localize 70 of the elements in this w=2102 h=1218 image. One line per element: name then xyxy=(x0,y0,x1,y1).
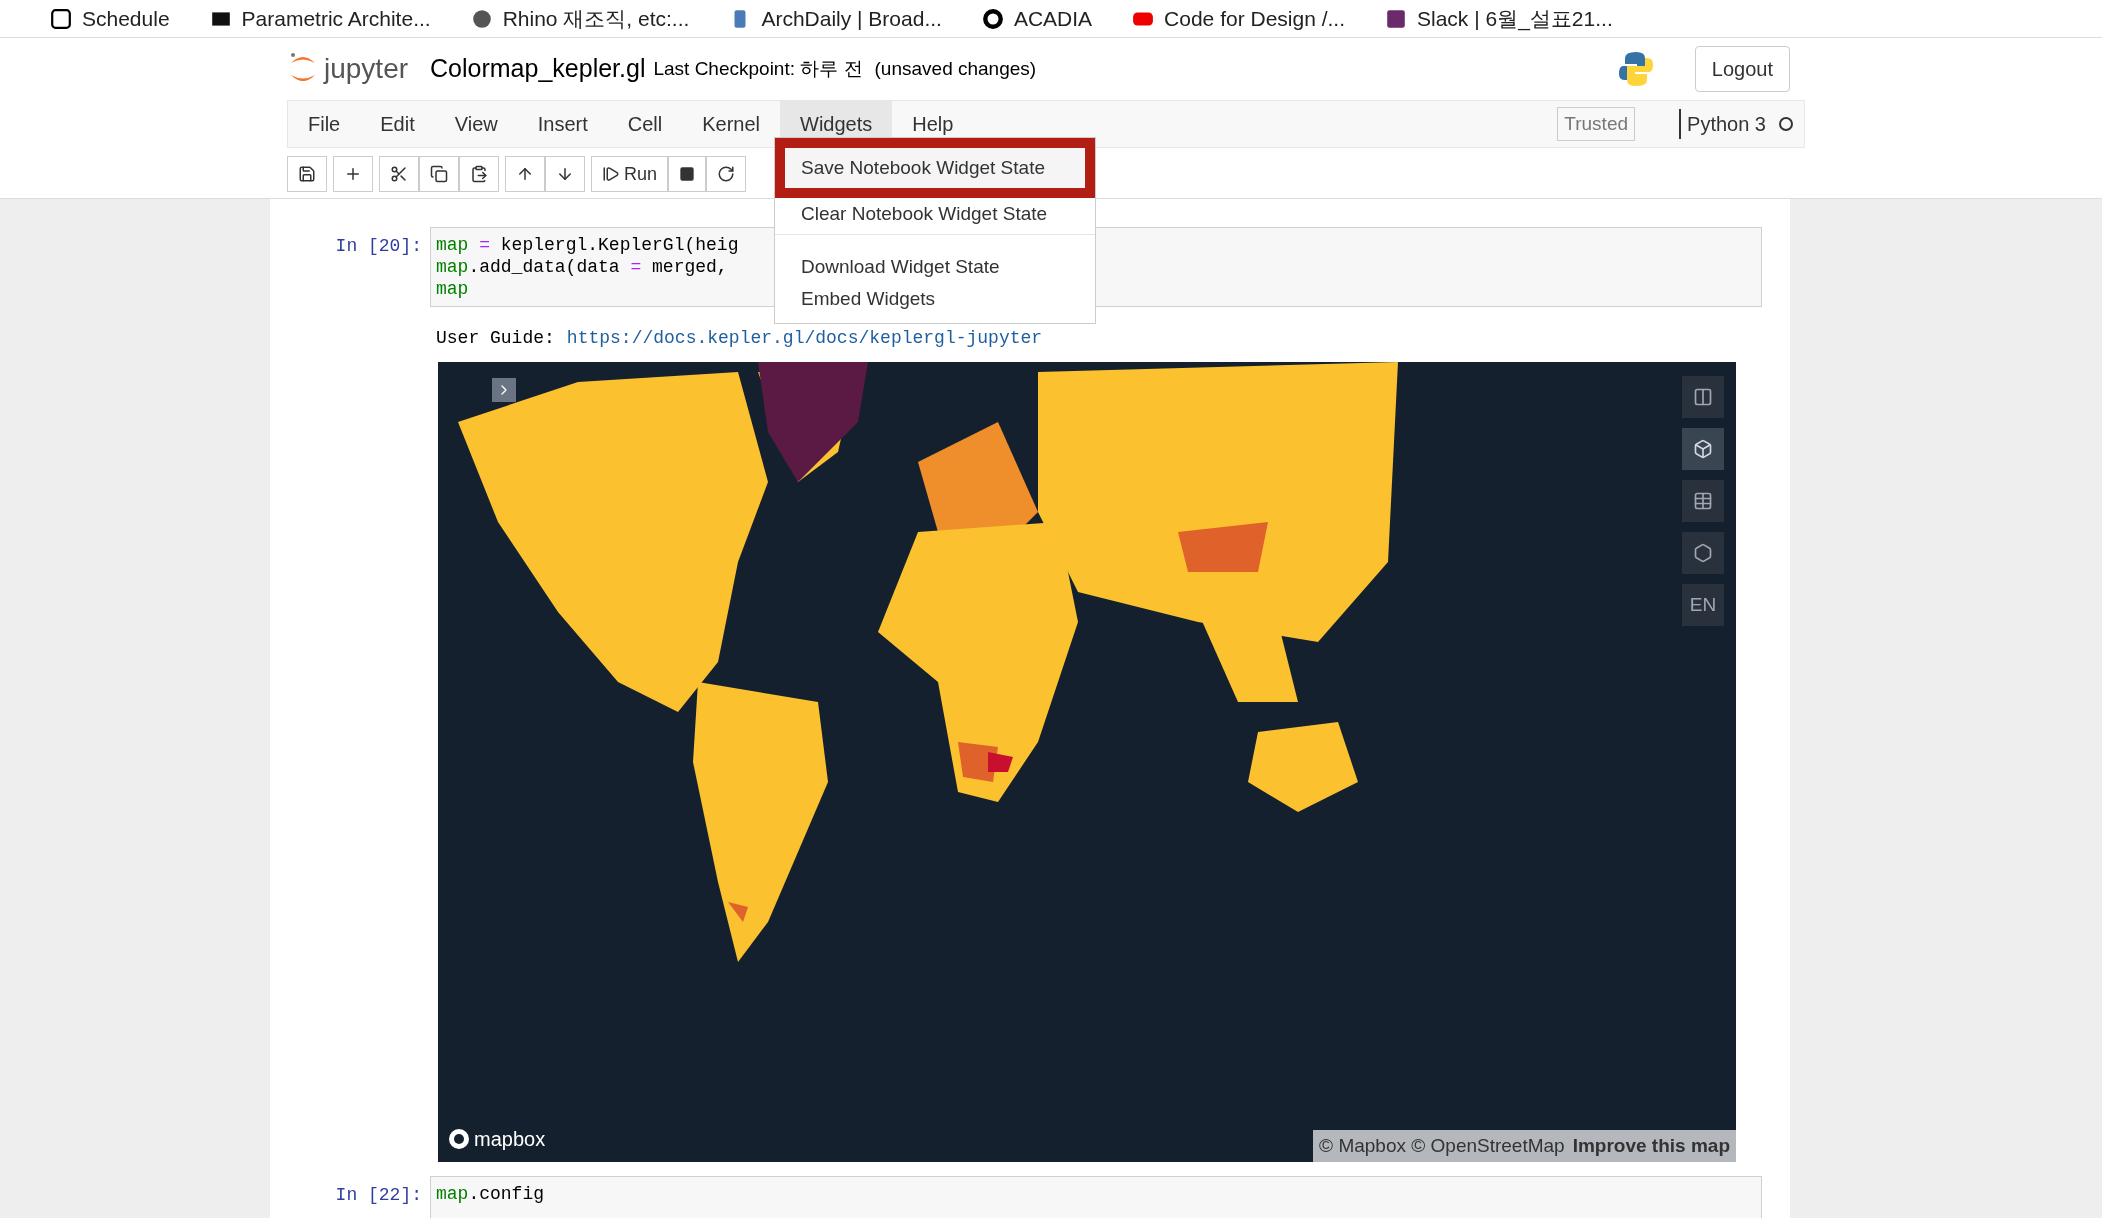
cut-button[interactable] xyxy=(379,156,419,192)
bookmark-link[interactable]: ACADIA xyxy=(1013,2,1093,35)
bookmark-link[interactable]: Schedule xyxy=(82,2,170,35)
save-icon xyxy=(298,165,316,183)
code-line: map.config xyxy=(436,1183,545,1205)
bookmark-link[interactable]: Parametric Archite... xyxy=(241,2,431,35)
dropdown-item[interactable]: Clear Notebook Widget State xyxy=(775,198,1095,230)
menu-item[interactable]: Insert xyxy=(517,101,608,147)
bookmark-icon xyxy=(1385,7,1407,30)
bookmark-link[interactable]: ArchDaily | Broad... xyxy=(761,2,942,35)
bookmark-link[interactable]: Code for Design /... xyxy=(1164,2,1345,35)
bookmark-icon xyxy=(470,7,493,30)
run-icon xyxy=(602,165,620,183)
split-icon xyxy=(1693,387,1713,407)
bookmark-link[interactable]: Slack | 6월_설표21... xyxy=(1417,2,1613,35)
table-icon xyxy=(1693,491,1713,511)
split-map-button[interactable] xyxy=(1682,376,1724,418)
insert-cell-button[interactable] xyxy=(333,156,373,192)
docs-link[interactable]: https://docs.kepler.gl/docs/keplergl-jupyter xyxy=(566,325,1043,352)
mapbox-logo: mapbox xyxy=(474,1127,546,1152)
language-button[interactable]: EN xyxy=(1682,584,1724,626)
code-input[interactable]: map.config xyxy=(430,1176,1762,1218)
bookmark-icon xyxy=(981,7,1004,30)
jupyter-logo[interactable]: jupyter xyxy=(324,48,409,90)
3d-view-button[interactable] xyxy=(1682,428,1724,470)
save-button[interactable] xyxy=(287,156,327,192)
improve-map-link[interactable]: Improve this map xyxy=(1572,1131,1730,1160)
kernel-idle-icon xyxy=(1778,116,1794,132)
paste-icon xyxy=(470,165,488,183)
map-attribution: © Mapbox © OpenStreetMap xyxy=(1319,1133,1565,1158)
cell-prompt: In [22]: xyxy=(334,1184,423,1207)
copy-button[interactable] xyxy=(419,156,459,192)
cube-icon xyxy=(1693,439,1713,459)
code-line: map xyxy=(436,278,469,300)
stop-button[interactable] xyxy=(668,156,707,192)
move-up-button[interactable] xyxy=(505,156,545,192)
menu-item[interactable]: View xyxy=(434,101,518,147)
menu-item[interactable]: File xyxy=(288,101,361,147)
code-line: map = keplergl.KeplerGl(heig xyxy=(436,234,739,256)
dropdown-item[interactable]: Save Notebook Widget State xyxy=(775,138,1095,198)
save-status: (unsaved changes) xyxy=(874,56,1037,81)
menu-item[interactable]: Cell xyxy=(607,101,683,147)
scissors-icon xyxy=(390,165,408,183)
logout-button[interactable]: Logout xyxy=(1694,46,1790,92)
arrow-down-icon xyxy=(556,165,574,183)
move-down-button[interactable] xyxy=(545,156,585,192)
bookmark-icon xyxy=(50,7,72,30)
mapbox-logo-icon xyxy=(448,1128,470,1150)
legend-button[interactable] xyxy=(1682,480,1724,522)
draw-button[interactable] xyxy=(1682,532,1724,574)
copy-icon xyxy=(430,165,448,183)
code-line: map.add_data(data = merged, xyxy=(436,256,728,278)
menu-item[interactable]: Edit xyxy=(360,101,435,147)
trusted-indicator: Trusted xyxy=(1557,106,1636,142)
run-button[interactable]: Run xyxy=(591,156,669,192)
map-view[interactable]: EN mapbox © Mapbox © OpenStreetMap Improve this map xyxy=(438,362,1736,1162)
paste-button[interactable] xyxy=(459,156,499,192)
checkpoint-status: Last Checkpoint: 하루 전 xyxy=(653,56,863,81)
restart-icon xyxy=(717,165,736,183)
bookmark-link[interactable]: Rhino 재조직, etc:... xyxy=(502,2,690,35)
plus-icon xyxy=(344,165,362,183)
stop-icon xyxy=(679,166,696,182)
kernel-name: Python 3 xyxy=(1679,109,1766,139)
polygon-icon xyxy=(1693,543,1713,563)
restart-button[interactable] xyxy=(706,156,747,192)
python-logo-icon xyxy=(1616,50,1655,88)
cell-prompt: In [20]: xyxy=(334,235,423,258)
notebook-title[interactable]: Colormap_kepler.gl xyxy=(430,50,646,88)
dropdown-item[interactable]: Download Widget State xyxy=(775,251,1095,283)
output-label: User Guide: xyxy=(436,327,555,350)
